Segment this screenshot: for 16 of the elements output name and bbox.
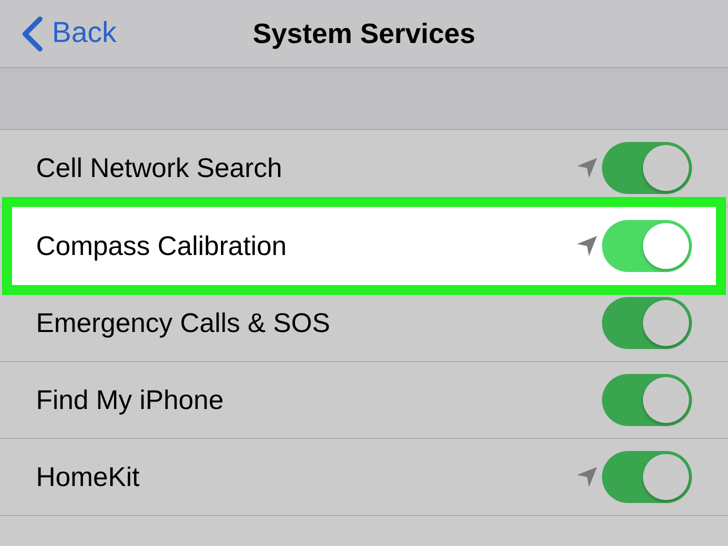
- location-arrow-icon: [576, 235, 598, 257]
- location-arrow-icon: [576, 466, 598, 488]
- back-button[interactable]: Back: [20, 12, 116, 56]
- toggle-switch[interactable]: [602, 374, 692, 426]
- toggle-switch[interactable]: [602, 142, 692, 194]
- toggle-switch[interactable]: [602, 220, 692, 272]
- setting-label: HomeKit: [36, 460, 141, 494]
- toggle-switch[interactable]: [602, 297, 692, 349]
- setting-label: Cell Network Search: [36, 152, 284, 185]
- setting-label: Emergency Calls & SOS: [36, 306, 332, 340]
- screen-title: System Services: [252, 16, 476, 51]
- setting-label: Compass Calibration: [36, 230, 288, 263]
- chevron-left-icon: [20, 16, 44, 52]
- location-arrow-icon: [576, 157, 598, 179]
- toggle-switch[interactable]: [602, 451, 692, 503]
- setting-label: Find My iPhone: [36, 384, 225, 417]
